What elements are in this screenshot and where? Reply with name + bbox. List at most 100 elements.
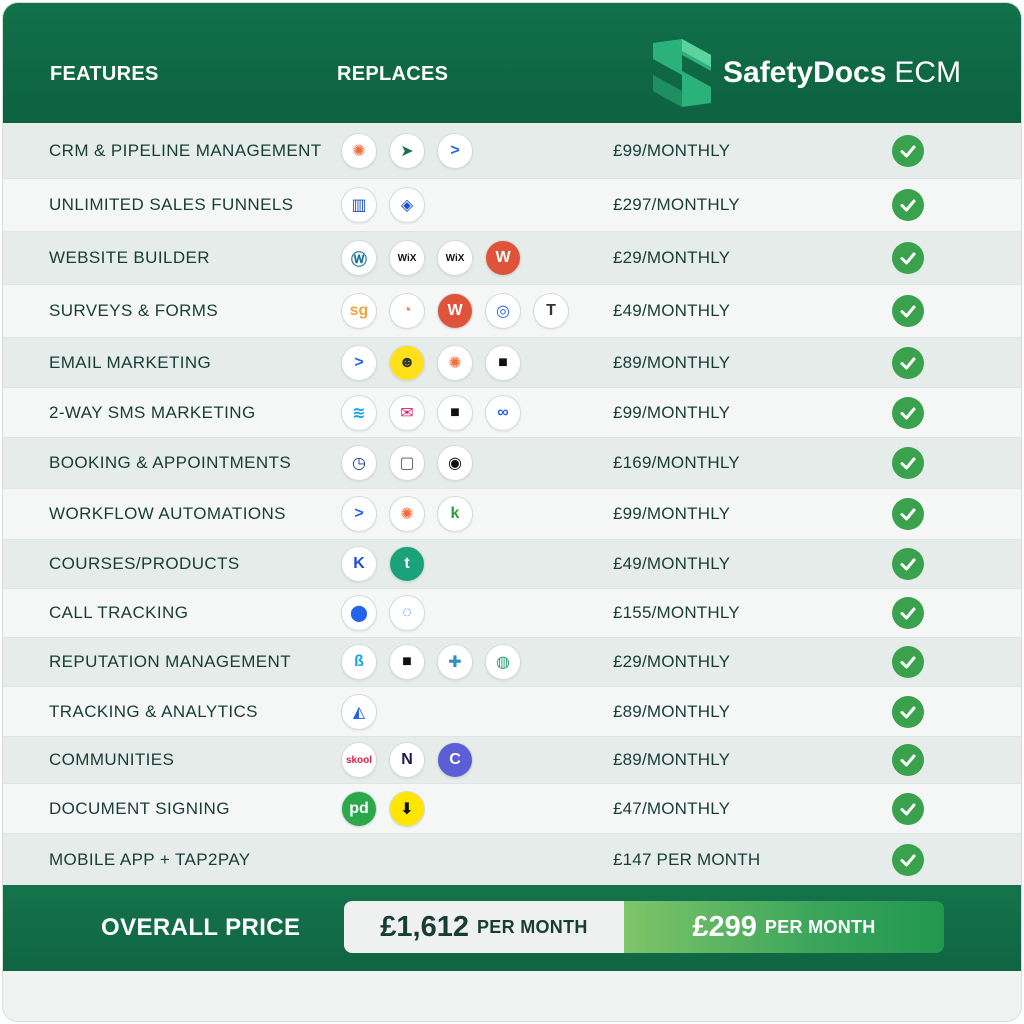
- included-check-icon: [892, 396, 924, 429]
- circle-icon: C: [437, 742, 473, 778]
- included-check-icon: [892, 498, 924, 530]
- analytics-icon: ◭: [341, 693, 377, 730]
- feature-name: UNLIMITED SALES FUNNELS: [49, 195, 294, 214]
- included-check-icon: [892, 548, 924, 580]
- table-row: WORKFLOW AUTOMATIONS > ✺ k £99/MONTHLY: [3, 489, 1021, 540]
- table-row: WEBSITE BUILDER Ⓦ WiX WiX W £29/MONTHLY: [3, 232, 1021, 285]
- replaced-tools: Ⓦ WiX WiX W: [341, 240, 521, 276]
- surveygizmo-icon: sg: [341, 293, 377, 329]
- included-check-icon: [892, 242, 924, 274]
- replaced-price: £99/MONTHLY: [613, 504, 731, 523]
- brand-name: SafetyDocs: [723, 56, 887, 89]
- acuity-icon: ◉: [437, 445, 473, 481]
- brand-logo-area: SafetyDocs ECM: [649, 37, 961, 109]
- new-total-per: PER MONTH: [764, 916, 876, 937]
- skool-icon: skool: [341, 742, 377, 778]
- replaced-tools: skool N C: [341, 742, 473, 778]
- replaced-tools: pd ⬇: [341, 790, 425, 827]
- typeform-icon: ◔: [389, 293, 425, 329]
- calendar-icon: ▢: [389, 445, 425, 481]
- new-total-price: £299 PER MONTH: [624, 901, 944, 953]
- table-row: DOCUMENT SIGNING pd ⬇ £47/MONTHLY: [3, 784, 1021, 834]
- pipedrive-icon: ➤: [389, 132, 425, 169]
- table-row: BOOKING & APPOINTMENTS ◷ ▢ ◉ £169/MONTHLY: [3, 438, 1021, 489]
- table-row: CRM & PIPELINE MANAGEMENT ✺ ➤ > £99/MONTHLY: [3, 123, 1021, 179]
- included-check-icon: [892, 843, 924, 876]
- activecampaign-icon: >: [341, 344, 377, 381]
- puzzle-icon: ✚: [437, 644, 473, 680]
- feature-name: COURSES/PRODUCTS: [49, 554, 240, 573]
- replaced-tools: ◭: [341, 693, 377, 730]
- clickfunnels-icon: ▥: [341, 187, 377, 223]
- webflow-icon: W: [485, 240, 521, 276]
- total-price-box: £1,612 PER MONTH £299 PER MONTH: [344, 901, 944, 953]
- table-row: 2-WAY SMS MARKETING ≋ ✉ ■ ∞ £99/MONTHLY: [3, 388, 1021, 438]
- included-check-icon: [892, 447, 924, 479]
- included-check-icon: [892, 792, 924, 825]
- typeform-t-icon: T: [533, 293, 569, 329]
- comparison-card: FEATURES REPLACES SafetyDocs ECM CRM & P…: [2, 2, 1022, 1022]
- kajabi-icon: K: [341, 546, 377, 582]
- birdeye-icon: ß: [341, 644, 377, 680]
- feature-name: EMAIL MARKETING: [49, 352, 212, 372]
- hubspot-icon: ✺: [437, 344, 473, 381]
- chat-bubble-icon: ■: [485, 344, 521, 381]
- feature-name: BOOKING & APPOINTMENTS: [49, 453, 292, 472]
- overall-price-footer: OVERALL PRICE £1,612 PER MONTH £299 PER …: [3, 885, 1021, 971]
- table-header: FEATURES REPLACES SafetyDocs ECM: [3, 3, 1021, 123]
- old-total-per: PER MONTH: [477, 916, 588, 937]
- old-total-price: £1,612 PER MONTH: [344, 901, 624, 953]
- feature-name: MOBILE APP + TAP2PAY: [49, 849, 251, 869]
- features-column-header: FEATURES: [50, 63, 159, 85]
- replaced-price: £99/MONTHLY: [613, 402, 731, 422]
- replaced-tools: > ☻ ✺ ■: [341, 344, 521, 381]
- replaced-price: £169/MONTHLY: [613, 453, 740, 472]
- replaced-tools: > ✺ k: [341, 496, 473, 532]
- table-row: CALL TRACKING ⬤ ◌ £155/MONTHLY: [3, 589, 1021, 638]
- new-total-amount: £299: [692, 910, 757, 943]
- keap-icon: k: [437, 496, 473, 532]
- replaced-tools: ⬤ ◌: [341, 595, 425, 631]
- replaced-tools: sg ◔ W ◎ T: [341, 293, 569, 329]
- replaced-tools: Kt: [341, 546, 425, 582]
- activecampaign-icon: >: [437, 132, 473, 169]
- table-row: REPUTATION MANAGEMENT ß ■ ✚ ◍ £29/MONTHLY: [3, 638, 1021, 687]
- replaced-price: £29/MONTHLY: [613, 248, 731, 267]
- wufoo-icon: W: [437, 293, 473, 329]
- replaced-price: £147 PER MONTH: [613, 849, 761, 869]
- included-check-icon: [892, 346, 924, 379]
- replaced-price: £155/MONTHLY: [613, 603, 740, 622]
- safetydocs-logo-icon: [653, 39, 711, 107]
- feature-name: DOCUMENT SIGNING: [49, 798, 230, 818]
- brand-suffix: ECM: [894, 56, 962, 89]
- table-row: MOBILE APP + TAP2PAY £147 PER MONTH: [3, 834, 1021, 886]
- mailchimp-icon: ☻: [389, 344, 425, 381]
- activecampaign-icon: >: [341, 496, 377, 532]
- replaced-tools: ◷ ▢ ◉: [341, 445, 473, 481]
- replaced-tools: ß ■ ✚ ◍: [341, 644, 521, 680]
- included-check-icon: [892, 295, 924, 327]
- table-row: COURSES/PRODUCTS Kt £49/MONTHLY: [3, 540, 1021, 589]
- replaced-price: £89/MONTHLY: [613, 701, 731, 721]
- chat-bubble-icon: ■: [437, 394, 473, 431]
- link-icon: ∞: [485, 394, 521, 431]
- table-row: EMAIL MARKETING > ☻ ✺ ■ £89/MONTHLY: [3, 338, 1021, 388]
- replaced-price: £99/MONTHLY: [613, 140, 731, 160]
- wordpress-icon: Ⓦ: [341, 240, 377, 276]
- leadpages-icon: ◈: [389, 187, 425, 223]
- envelope-icon: ✉: [389, 394, 425, 431]
- included-check-icon: [892, 134, 924, 167]
- stack-icon: ≋: [341, 394, 377, 431]
- podium-icon: ◍: [485, 644, 521, 680]
- table-row: UNLIMITED SALES FUNNELS ▥ ◈ £297/MONTHLY: [3, 179, 1021, 232]
- location-pin-icon: ⬤: [341, 595, 377, 631]
- wix-icon: WiX: [437, 240, 473, 276]
- feature-name: REPUTATION MANAGEMENT: [49, 652, 292, 671]
- included-check-icon: [892, 189, 924, 221]
- included-check-icon: [892, 646, 924, 678]
- bottom-strip: [3, 971, 1021, 1021]
- replaced-price: £29/MONTHLY: [613, 652, 731, 671]
- hubspot-icon: ✺: [341, 132, 377, 169]
- feature-name: CRM & PIPELINE MANAGEMENT: [49, 140, 322, 160]
- table-row: TRACKING & ANALYTICS ◭ £89/MONTHLY: [3, 687, 1021, 737]
